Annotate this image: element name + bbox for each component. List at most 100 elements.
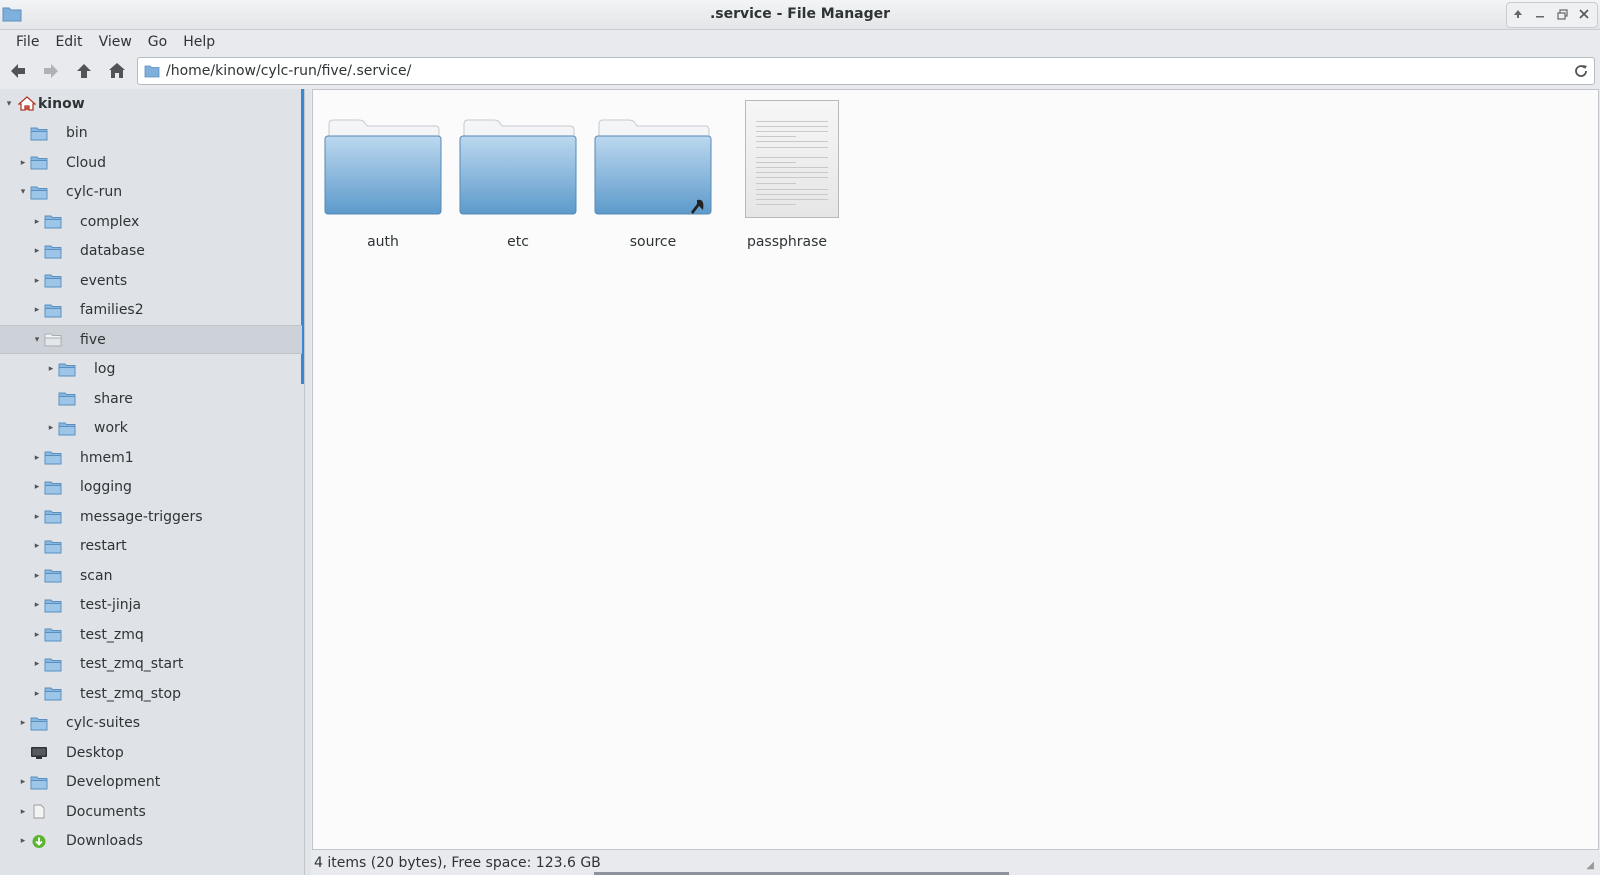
- menu-view[interactable]: View: [91, 30, 140, 54]
- file-item-source[interactable]: source: [585, 90, 721, 260]
- sidebar-item-share[interactable]: share: [0, 384, 302, 413]
- sidebar-item-kinow[interactable]: ▾ kinow: [0, 89, 302, 118]
- sidebar-item-test-jinja[interactable]: ▸ test-jinja: [0, 591, 302, 620]
- sidebar-item-work[interactable]: ▸ work: [0, 414, 302, 443]
- sidebar-tree[interactable]: ▾ kinow bin ▸ Cloud ▾ cylc-run ▸ complex ▸ databas…: [0, 89, 305, 875]
- sidebar-item-downloads[interactable]: ▸ Downloads: [0, 827, 302, 856]
- sidebar-item-restart[interactable]: ▸ restart: [0, 532, 302, 561]
- expander-right-icon[interactable]: ▸: [32, 276, 42, 286]
- folder-icon: [44, 481, 62, 494]
- minimize-button[interactable]: [1530, 4, 1550, 24]
- sidebar-item-families2[interactable]: ▸ families2: [0, 296, 302, 325]
- sidebar-item-label: test-jinja: [80, 597, 142, 613]
- sidebar-item-log[interactable]: ▸ log: [0, 355, 302, 384]
- expander-right-icon[interactable]: ▸: [18, 158, 28, 168]
- home-button[interactable]: [102, 57, 132, 85]
- text-line: [756, 157, 828, 158]
- sidebar-item-hmem1[interactable]: ▸ hmem1: [0, 443, 302, 472]
- arrow-left-icon: [11, 64, 25, 78]
- expander-right-icon[interactable]: ▸: [32, 305, 42, 315]
- sidebar-item-test-zmq[interactable]: ▸ test_zmq: [0, 620, 302, 649]
- expander-down-icon[interactable]: ▾: [4, 99, 14, 109]
- folder-icon: [44, 215, 62, 229]
- shade-button[interactable]: [1508, 4, 1528, 24]
- expander-right-icon[interactable]: ▸: [32, 246, 42, 256]
- expander-right-icon[interactable]: ▸: [46, 423, 56, 433]
- text-line: [756, 204, 796, 205]
- expander-right-icon[interactable]: ▸: [18, 836, 28, 846]
- sidebar-item-documents[interactable]: ▸ Documents: [0, 797, 302, 826]
- arrow-right-icon: [44, 64, 58, 78]
- expander-right-icon[interactable]: ▸: [32, 482, 42, 492]
- sidebar-item-label: Cloud: [66, 154, 106, 171]
- address-bar[interactable]: /home/kinow/cylc-run/five/.service/: [137, 57, 1595, 85]
- arrow-up-icon: [77, 64, 91, 78]
- expander-right-icon[interactable]: ▸: [32, 512, 42, 522]
- folder-icon: [30, 156, 48, 170]
- close-button[interactable]: [1574, 4, 1594, 24]
- expander-right-icon[interactable]: ▸: [32, 630, 42, 640]
- sidebar-item-label: work: [94, 420, 128, 436]
- sidebar-item-desktop[interactable]: Desktop: [0, 738, 302, 767]
- title-bar[interactable]: .service - File Manager: [0, 0, 1600, 30]
- sidebar-item-test-zmq-start[interactable]: ▸ test_zmq_start: [0, 650, 302, 679]
- expander-right-icon[interactable]: ▸: [32, 571, 42, 581]
- expander-right-icon[interactable]: ▸: [32, 600, 42, 610]
- back-button[interactable]: [3, 57, 33, 85]
- folder-icon: [44, 687, 62, 701]
- menu-help[interactable]: Help: [175, 30, 223, 54]
- pane-splitter[interactable]: [305, 89, 311, 875]
- menu-edit[interactable]: Edit: [47, 30, 90, 54]
- menu-file[interactable]: File: [8, 30, 47, 54]
- sidebar-item-five[interactable]: ▾ five: [0, 325, 302, 354]
- expander-right-icon[interactable]: ▸: [46, 364, 56, 374]
- sidebar-item-complex[interactable]: ▸ complex: [0, 207, 302, 236]
- text-line: [756, 136, 796, 137]
- sidebar-item-events[interactable]: ▸ events: [0, 266, 302, 295]
- sidebar-item-cloud[interactable]: ▸ Cloud: [0, 148, 302, 177]
- sidebar-item-label: families2: [80, 302, 144, 318]
- expander-down-icon[interactable]: ▾: [18, 187, 28, 197]
- sidebar-item-bin[interactable]: bin: [0, 119, 302, 148]
- expander-right-icon[interactable]: ▸: [18, 777, 28, 787]
- text-line: [756, 199, 828, 200]
- folder-icon: [30, 186, 48, 199]
- expander-right-icon[interactable]: ▸: [18, 807, 28, 817]
- address-path[interactable]: /home/kinow/cylc-run/five/.service/: [166, 63, 411, 79]
- sidebar-item-test-zmq-stop[interactable]: ▸ test_zmq_stop: [0, 679, 302, 708]
- restore-icon: [1556, 8, 1568, 20]
- reload-icon[interactable]: [1572, 62, 1590, 80]
- expander-right-icon[interactable]: ▸: [32, 541, 42, 551]
- file-manager-window: .service - File Manager File Edit View G…: [0, 0, 1600, 875]
- sidebar-item-database[interactable]: ▸ database: [0, 237, 302, 266]
- expander-right-icon[interactable]: ▸: [32, 453, 42, 463]
- up-button[interactable]: [69, 57, 99, 85]
- sidebar-item-label: hmem1: [80, 449, 134, 466]
- maximize-button[interactable]: [1552, 4, 1572, 24]
- expander-right-icon[interactable]: ▸: [32, 659, 42, 669]
- expander-right-icon[interactable]: ▸: [32, 689, 42, 699]
- sidebar-item-logging[interactable]: ▸ logging: [0, 473, 302, 502]
- sidebar-item-development[interactable]: ▸ Development: [0, 768, 302, 797]
- folder-icon: [44, 245, 62, 258]
- menu-go[interactable]: Go: [140, 30, 175, 54]
- expander-right-icon[interactable]: ▸: [18, 718, 28, 728]
- forward-button[interactable]: [36, 57, 66, 85]
- file-view[interactable]: auth etc source passphrase: [312, 89, 1599, 850]
- file-item-etc[interactable]: etc: [450, 90, 586, 260]
- desktop-icon: [31, 747, 47, 759]
- sidebar-item-scan[interactable]: ▸ scan: [0, 561, 302, 590]
- sidebar-item-message-triggers[interactable]: ▸ message-triggers: [0, 502, 302, 531]
- folder-icon: [144, 65, 160, 78]
- text-line: [756, 141, 828, 142]
- resize-grip-icon[interactable]: ◢: [1586, 860, 1594, 871]
- arrow-up-icon: [1514, 10, 1522, 18]
- folder-icon: [58, 363, 76, 376]
- sidebar-item-cylc-suites[interactable]: ▸ cylc-suites: [0, 709, 302, 738]
- file-item-auth[interactable]: auth: [315, 90, 451, 260]
- expander-right-icon[interactable]: ▸: [32, 217, 42, 227]
- sidebar-item-cylc-run[interactable]: ▾ cylc-run: [0, 178, 302, 207]
- sidebar-item-label: share: [94, 390, 133, 407]
- file-item-passphrase[interactable]: passphrase: [719, 90, 855, 260]
- expander-down-icon[interactable]: ▾: [32, 335, 42, 345]
